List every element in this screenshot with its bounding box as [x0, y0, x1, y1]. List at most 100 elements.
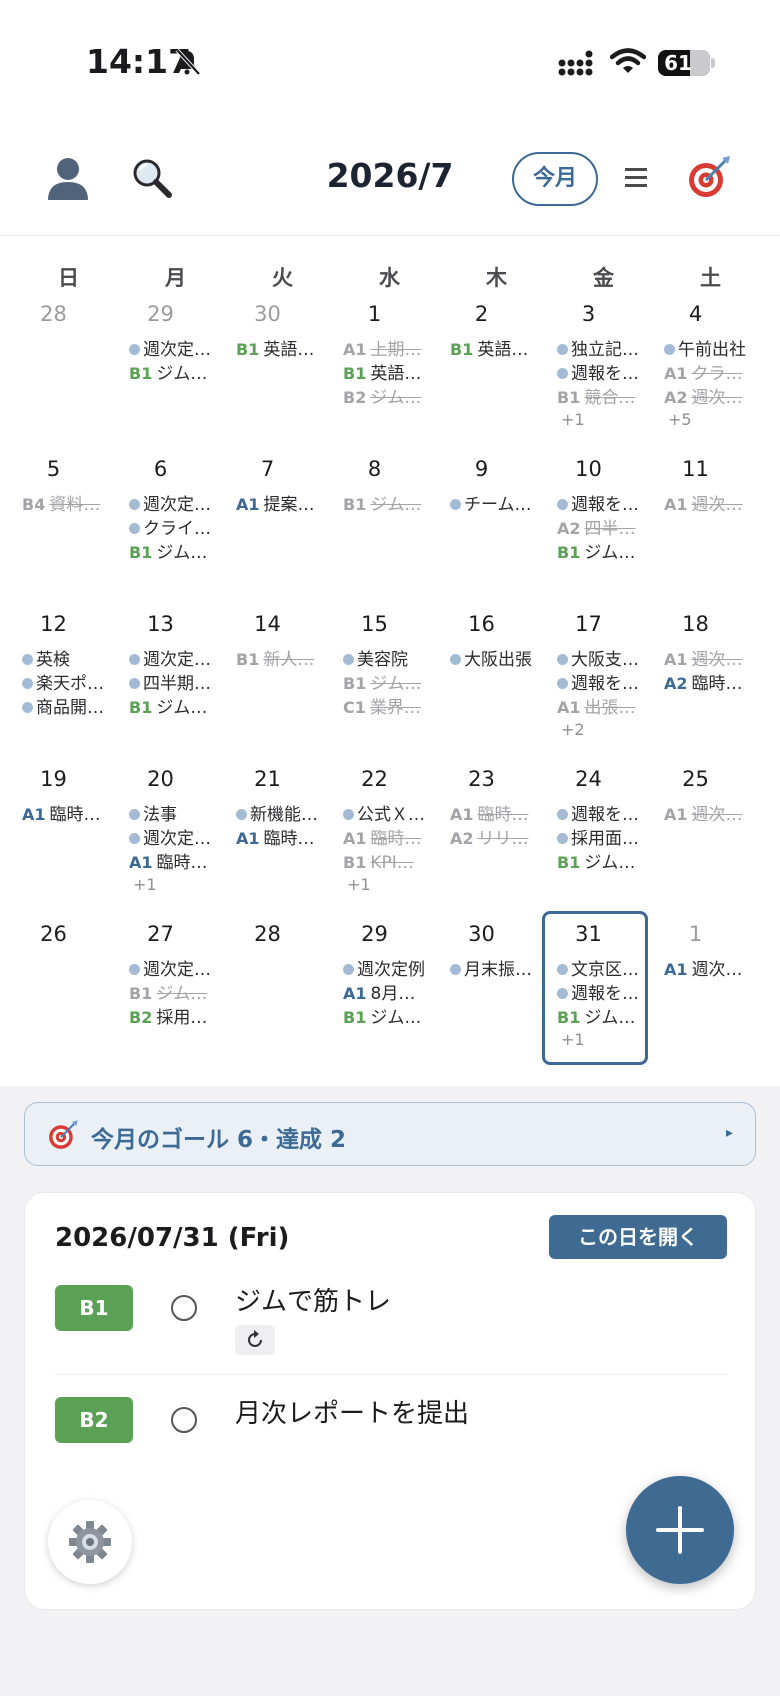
- day-cell[interactable]: 26: [15, 914, 122, 1069]
- add-task-button[interactable]: [626, 1476, 734, 1584]
- day-cell[interactable]: 19 A1 臨時…: [15, 759, 122, 914]
- calendar-event: B2 ジム…: [343, 386, 429, 410]
- calendar-event: A1 臨時…: [236, 827, 322, 851]
- calendar-event: 四半期…: [129, 672, 215, 696]
- day-cell[interactable]: 30 B1 英語…: [229, 294, 336, 449]
- day-cell[interactable]: 7 A1 提案…: [229, 449, 336, 604]
- calendar-event: B1 ジム…: [129, 362, 215, 386]
- monthly-goal-bar[interactable]: 今月のゴール 6・達成 2 ▸: [24, 1102, 756, 1166]
- day-cell[interactable]: 1 A1 週次…: [657, 914, 764, 1069]
- task-row[interactable]: B1 ジムで筋トレ: [55, 1271, 727, 1375]
- day-number: 25: [682, 767, 709, 791]
- person-silhouette-icon[interactable]: [46, 154, 90, 202]
- calendar-event: 大阪出張: [450, 648, 536, 672]
- event-title: ジム…: [370, 1008, 422, 1028]
- open-day-button[interactable]: この日を開く: [549, 1215, 727, 1259]
- event-title: リリ…: [477, 829, 529, 849]
- task-checkbox[interactable]: [171, 1407, 197, 1433]
- day-cell[interactable]: 31 文京区… 週報を… B1 ジム… +1: [542, 911, 657, 1069]
- day-cell[interactable]: 14 B1 新人…: [229, 604, 336, 759]
- day-events: A1 提案…: [236, 493, 322, 517]
- event-tag: A1: [557, 698, 581, 717]
- day-events: 週次定… 四半期… B1 ジム…: [129, 648, 215, 720]
- event-dot-icon: [557, 654, 568, 665]
- day-events: 週次定… B1 ジム…: [129, 338, 215, 386]
- day-events: 午前出社 A1 クラ… A2 週次… +5: [664, 338, 750, 430]
- day-cell[interactable]: 16 大阪出張: [443, 604, 550, 759]
- magnifier-icon[interactable]: [130, 156, 174, 200]
- settings-button[interactable]: [48, 1500, 132, 1584]
- event-tag: A1: [343, 984, 367, 1003]
- more-events-count: +5: [668, 410, 692, 429]
- day-cell[interactable]: 22 公式Ｘ… A1 臨時… B1 KPI… +1: [336, 759, 443, 914]
- calendar-event: A1 臨時…: [343, 827, 429, 851]
- day-number: 24: [575, 767, 602, 791]
- event-tag: B1: [557, 388, 581, 407]
- day-cell[interactable]: 27 週次定… B1 ジム… B2 採用…: [122, 914, 229, 1069]
- day-cell[interactable]: 28: [15, 294, 122, 449]
- event-dot-icon: [129, 964, 140, 975]
- day-cell[interactable]: 4 午前出社 A1 クラ… A2 週次… +5: [657, 294, 764, 449]
- day-cell[interactable]: 29 週次定例 A1 8月… B1 ジム…: [336, 914, 443, 1069]
- event-dot-icon: [557, 988, 568, 999]
- day-cell[interactable]: 20 法事 週次定… A1 臨時… +1: [122, 759, 229, 914]
- event-title: 大阪出張: [464, 650, 532, 670]
- calendar-event: 週次定…: [129, 827, 215, 851]
- day-number: 17: [575, 612, 602, 636]
- day-cell[interactable]: 30 月末振…: [443, 914, 550, 1069]
- day-cell[interactable]: 23 A1 臨時… A2 リリ…: [443, 759, 550, 914]
- calendar-event: 週報を…: [557, 982, 643, 1006]
- day-cell[interactable]: 2 B1 英語…: [443, 294, 550, 449]
- day-number: 29: [361, 922, 388, 946]
- day-cell[interactable]: 6 週次定… クライ… B1 ジム…: [122, 449, 229, 604]
- calendar-header: 2026/7 今月: [0, 130, 780, 236]
- this-month-button[interactable]: 今月: [512, 152, 598, 206]
- day-cell[interactable]: 13 週次定… 四半期… B1 ジム…: [122, 604, 229, 759]
- calendar-event: A1 クラ…: [664, 362, 750, 386]
- event-dot-icon: [557, 368, 568, 379]
- day-cell[interactable]: 3 独立記… 週報を… B1 競合… +1: [550, 294, 657, 449]
- task-checkbox[interactable]: [171, 1295, 197, 1321]
- event-tag: B1: [129, 698, 153, 717]
- battery-indicator: 61: [658, 50, 710, 76]
- day-number: 23: [468, 767, 495, 791]
- calendar-event: 大阪支…: [557, 648, 643, 672]
- dart-target-icon[interactable]: [686, 154, 732, 200]
- day-cell[interactable]: 12 英検 楽天ポ… 商品開…: [15, 604, 122, 759]
- event-title: 8月…: [370, 984, 416, 1004]
- day-cell[interactable]: 18 A1 週次… A2 臨時…: [657, 604, 764, 759]
- day-cell[interactable]: 11 A1 週次…: [657, 449, 764, 604]
- day-cell[interactable]: 28: [229, 914, 336, 1069]
- hamburger-icon[interactable]: [622, 160, 652, 194]
- event-dot-icon: [557, 809, 568, 820]
- weekday-header: 木: [486, 266, 507, 290]
- day-cell[interactable]: 9 チーム…: [443, 449, 550, 604]
- calendar-event: A1 出張…: [557, 696, 643, 720]
- event-title: 英語…: [263, 340, 315, 360]
- task-row[interactable]: B2 月次レポートを提出: [55, 1383, 727, 1487]
- day-cell[interactable]: 5 B4 資料…: [15, 449, 122, 604]
- event-title: 資料…: [49, 495, 101, 515]
- day-cell[interactable]: 10 週報を… A2 四半… B1 ジム…: [550, 449, 657, 604]
- day-cell[interactable]: 15 美容院 B1 ジム… C1 業界…: [336, 604, 443, 759]
- day-number: 3: [581, 302, 596, 326]
- day-cell[interactable]: 29 週次定… B1 ジム…: [122, 294, 229, 449]
- day-cell[interactable]: 1 A1 上期… B1 英語… B2 ジム…: [336, 294, 443, 449]
- task-tag-badge: B1: [55, 1285, 133, 1331]
- day-cell[interactable]: 21 新機能… A1 臨時…: [229, 759, 336, 914]
- event-tag: A1: [236, 495, 260, 514]
- day-cell[interactable]: 24 週報を… 採用面… B1 ジム…: [550, 759, 657, 914]
- event-dot-icon: [664, 344, 675, 355]
- event-title: 週次…: [691, 495, 743, 515]
- day-cell[interactable]: 25 A1 週次…: [657, 759, 764, 914]
- day-cell[interactable]: 8 B1 ジム…: [336, 449, 443, 604]
- event-title: 週次定…: [143, 340, 211, 360]
- event-tag: A1: [664, 650, 688, 669]
- day-number: 30: [468, 922, 495, 946]
- event-dot-icon: [22, 702, 33, 713]
- day-cell[interactable]: 17 大阪支… 週報を… A1 出張… +2: [550, 604, 657, 759]
- day-events: A1 臨時… A2 リリ…: [450, 803, 536, 851]
- event-dot-icon: [129, 809, 140, 820]
- event-dot-icon: [129, 678, 140, 689]
- event-title: 採用面…: [571, 829, 639, 849]
